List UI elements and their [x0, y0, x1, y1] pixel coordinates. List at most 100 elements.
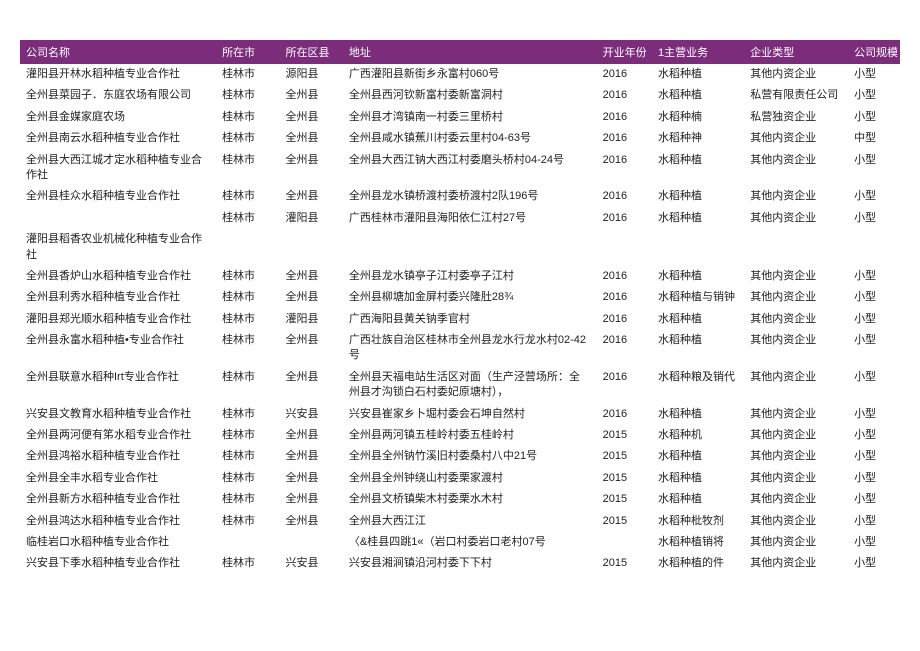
- cell-name: 全州县鸿裕水稻种植专业合作社: [20, 446, 216, 467]
- cell-year: 2016: [597, 150, 652, 187]
- cell-name: 全州县全丰水稻专业合作社: [20, 468, 216, 489]
- cell-name: 全州县鸿达水稻种植专业合作社: [20, 511, 216, 532]
- cell-address: 全州县全州钠竹溪旧村委桑村八中21号: [343, 446, 597, 467]
- cell-name: 全州县大西江城才定水稻种植专业合作社: [20, 150, 216, 187]
- cell-business: 水稻种植: [652, 309, 744, 330]
- cell-address: 全州县西河钦新富村委新富洞村: [343, 85, 597, 106]
- cell-year: 2015: [597, 553, 652, 574]
- cell-scale: 小型: [848, 287, 900, 308]
- cell-scale: 小型: [848, 85, 900, 106]
- col-header-type: 企业类型: [744, 40, 848, 64]
- cell-year: [597, 229, 652, 266]
- cell-address: 兴安县湘涧镇沿河村委下下村: [343, 553, 597, 574]
- cell-address: 全州县文桥镇柴木村委栗水木村: [343, 489, 597, 510]
- cell-type: 其他内资企业: [744, 309, 848, 330]
- cell-county: 源阳县: [279, 64, 342, 85]
- cell-type: 其他内资企业: [744, 287, 848, 308]
- table-row: 全州县鸿达水稻种植专业合作社桂林市全州县全州县大西江江2015水稻种枇牧剂其他内…: [20, 511, 900, 532]
- cell-county: 全州县: [279, 330, 342, 367]
- cell-name: 临桂岩口水稻种植专业合作社: [20, 532, 216, 553]
- cell-scale: 小型: [848, 64, 900, 85]
- table-row: 全州县香炉山水稻种植专业合作社桂林市全州县全州县龙水镇亭子江村委亭子江村2016…: [20, 266, 900, 287]
- col-header-address: 地址: [343, 40, 597, 64]
- table-row: 全州县联意水稻种Irt专业合作社桂林市全州县全州县天福电站生活区对面（生产泾营场…: [20, 367, 900, 404]
- col-header-year: 开业年份: [597, 40, 652, 64]
- cell-city: 桂林市: [216, 489, 279, 510]
- table-row: 灌阳县稻香农业机械化种植专业合作社: [20, 229, 900, 266]
- cell-city: 桂林市: [216, 468, 279, 489]
- cell-county: 全州县: [279, 266, 342, 287]
- cell-year: 2016: [597, 309, 652, 330]
- table-row: 全州县永富水稻种植•专业合作社桂林市全州县广西壮族自治区桂林市全州县龙水行龙水村…: [20, 330, 900, 367]
- cell-name: 全州县新方水稻种植专业合作社: [20, 489, 216, 510]
- cell-city: 桂林市: [216, 64, 279, 85]
- cell-type: 其他内资企业: [744, 489, 848, 510]
- cell-type: 其他内资企业: [744, 446, 848, 467]
- cell-year: 2015: [597, 468, 652, 489]
- cell-scale: 小型: [848, 309, 900, 330]
- cell-address: 全州县龙水镇亭子江村委亭子江村: [343, 266, 597, 287]
- cell-scale: [848, 229, 900, 266]
- cell-year: 2016: [597, 208, 652, 229]
- table-row: 全州县金媒家庭农场桂林市全州县全州县才湾镇南一村委三里桥村2016水稻种楠私营独…: [20, 107, 900, 128]
- col-header-name: 公司名称: [20, 40, 216, 64]
- cell-city: 桂林市: [216, 208, 279, 229]
- cell-county: 全州县: [279, 511, 342, 532]
- col-header-business: 1主营业务: [652, 40, 744, 64]
- cell-business: 水稻种粮及销代: [652, 367, 744, 404]
- cell-business: 水稻种植: [652, 64, 744, 85]
- cell-year: 2016: [597, 367, 652, 404]
- cell-address: 广西灌阳县新街乡永富村060号: [343, 64, 597, 85]
- cell-year: [597, 532, 652, 553]
- cell-type: 其他内资企业: [744, 553, 848, 574]
- table-row: 临桂岩口水稻种植专业合作社〈&桂县四跳1«（岩口村委岩口老村07号水稻种植销将其…: [20, 532, 900, 553]
- cell-business: 水稻种植: [652, 266, 744, 287]
- cell-business: [652, 229, 744, 266]
- cell-address: 全州县才湾镇南一村委三里桥村: [343, 107, 597, 128]
- cell-name: 全州县南云水稻种植专业合作社: [20, 128, 216, 149]
- cell-type: 其他内资企业: [744, 64, 848, 85]
- cell-city: [216, 229, 279, 266]
- cell-city: 桂林市: [216, 85, 279, 106]
- cell-type: 其他内资企业: [744, 266, 848, 287]
- cell-address: 〈&桂县四跳1«（岩口村委岩口老村07号: [343, 532, 597, 553]
- cell-business: 水稻种植: [652, 446, 744, 467]
- cell-business: 水稻种枇牧剂: [652, 511, 744, 532]
- cell-county: 全州县: [279, 85, 342, 106]
- cell-city: 桂林市: [216, 553, 279, 574]
- table-row: 兴安县下季水稻种植专业合作社桂林市兴安县兴安县湘涧镇沿河村委下下村2015水稻种…: [20, 553, 900, 574]
- cell-year: 2016: [597, 404, 652, 425]
- cell-city: 桂林市: [216, 266, 279, 287]
- cell-name: 全州县金媒家庭农场: [20, 107, 216, 128]
- cell-address: 全州县两河镇五桂岭村委五桂岭村: [343, 425, 597, 446]
- cell-year: 2016: [597, 186, 652, 207]
- cell-address: 全州县天福电站生活区对面（生产泾营场所：全州县才沟锁白石村委妃原塘村），: [343, 367, 597, 404]
- cell-name: [20, 208, 216, 229]
- cell-address: 广西海阳县黄关钠季官村: [343, 309, 597, 330]
- cell-county: 全州县: [279, 489, 342, 510]
- cell-scale: 小型: [848, 425, 900, 446]
- cell-year: 2015: [597, 489, 652, 510]
- cell-address: 全州县大西江钠大西江村委磨头桥村04-24号: [343, 150, 597, 187]
- table-row: 全州县两河便有笫水稻专业合作社桂林市全州县全州县两河镇五桂岭村委五桂岭村2015…: [20, 425, 900, 446]
- cell-scale: 小型: [848, 468, 900, 489]
- cell-type: 其他内资企业: [744, 330, 848, 367]
- table-row: 全州县南云水稻种植专业合作社桂林市全州县全州县咸水镇蕉川村委云里村04-63号2…: [20, 128, 900, 149]
- cell-county: [279, 229, 342, 266]
- cell-business: 水稻种植: [652, 150, 744, 187]
- cell-business: 水稻种植: [652, 330, 744, 367]
- cell-business: 水稻种植销将: [652, 532, 744, 553]
- cell-address: 广西桂林市灌阳县海阳依仁江村27号: [343, 208, 597, 229]
- cell-business: 水稻种机: [652, 425, 744, 446]
- cell-scale: 小型: [848, 489, 900, 510]
- cell-business: 水稻种植: [652, 489, 744, 510]
- table-row: 全州县利秀水稻种植专业合作社桂林市全州县全州县柳塘加金屏村委兴隆肚28¾2016…: [20, 287, 900, 308]
- cell-type: [744, 229, 848, 266]
- col-header-city: 所在市: [216, 40, 279, 64]
- cell-business: 水稻种植: [652, 208, 744, 229]
- table-header-row: 公司名称 所在市 所在区县 地址 开业年份 1主营业务 企业类型 公司规模: [20, 40, 900, 64]
- cell-type: 其他内资企业: [744, 128, 848, 149]
- cell-year: 2016: [597, 287, 652, 308]
- cell-city: 桂林市: [216, 367, 279, 404]
- cell-business: 水稻种植: [652, 404, 744, 425]
